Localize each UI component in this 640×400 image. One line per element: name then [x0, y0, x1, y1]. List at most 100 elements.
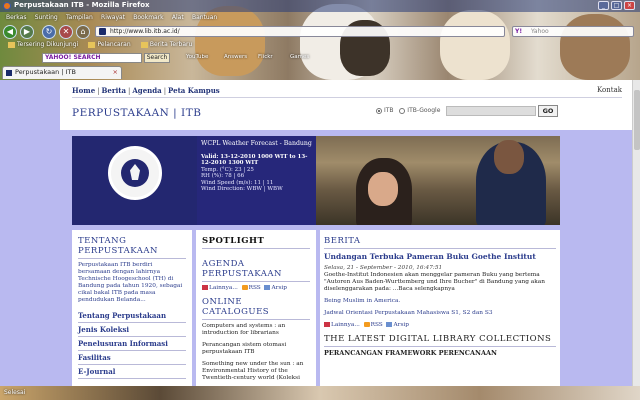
link-e-journal[interactable]: E-Journal — [78, 365, 186, 379]
agenda-rss-link[interactable]: RSS — [249, 285, 261, 291]
kontak-link[interactable]: Kontak — [597, 86, 622, 94]
news-date: Selasa, 21 - September - 2010, 16:47:51 — [324, 265, 443, 271]
navigation-bar: ◀ ▶ ↻ ✕ ⌂ http://www.lib.itb.ac.id/ Y! Y… — [0, 24, 640, 40]
toolbar-games[interactable]: Games — [290, 54, 309, 60]
news-lainnya-link[interactable]: Lainnya... — [331, 322, 360, 328]
radio-itb[interactable] — [376, 107, 382, 114]
stop-button[interactable]: ✕ — [59, 25, 73, 39]
nav-peta-kampus-link[interactable]: Peta Kampus — [168, 86, 220, 95]
site-search-input[interactable] — [446, 106, 536, 116]
weather-title: WCPL Weather Forecast - Bandung — [201, 140, 312, 147]
bookmark-icon — [8, 41, 15, 48]
photo-person — [494, 140, 524, 174]
menu-bar: Berkas Sunting Tampilan Riwayat Bookmark… — [0, 13, 640, 23]
toolbar-flickr[interactable]: Flickr — [258, 54, 273, 60]
news-column: BERITA Undangan Terbuka Pameran Buku Goe… — [320, 230, 560, 386]
toolbar-youtube[interactable]: YouTube — [186, 54, 208, 60]
collection-item-link[interactable]: PERANCANGAN FRAMEWORK PERENCANAAN — [324, 350, 556, 357]
news-title-link[interactable]: Undangan Terbuka Pameran Buku Goethe Ins… — [324, 252, 556, 261]
news-rss-link[interactable]: RSS — [371, 322, 383, 328]
agenda-arsip-link[interactable]: Arsip — [271, 285, 287, 291]
list-icon — [202, 285, 208, 290]
vertical-scrollbar[interactable] — [632, 80, 640, 386]
bookmark-item[interactable]: Berita Terbaru — [140, 41, 192, 48]
link-jenis-koleksi[interactable]: Jenis Koleksi — [78, 323, 186, 337]
catalogue-item[interactable]: Something new under the sun : an Environ… — [202, 361, 310, 382]
url-text: http://www.lib.itb.ac.id/ — [110, 28, 180, 35]
nav-berita-link[interactable]: Berita — [102, 86, 127, 95]
catalogues-heading: ONLINE CATALOGUES — [202, 297, 310, 320]
site-favicon — [6, 70, 12, 76]
bookmark-icon — [88, 41, 96, 48]
tab-strip: Perpustakaan | ITB × — [0, 65, 640, 79]
menu-item-bookmark[interactable]: Bookmark — [133, 14, 163, 21]
collections-heading: THE LATEST DIGITAL LIBRARY COLLECTIONS — [324, 334, 556, 347]
news-arsip-link[interactable]: Arsip — [393, 322, 409, 328]
agenda-lainnya-link[interactable]: Lainnya... — [209, 285, 238, 291]
home-button[interactable]: ⌂ — [76, 25, 90, 39]
forward-button[interactable]: ▶ — [20, 25, 34, 39]
close-tab-icon[interactable]: × — [113, 67, 118, 78]
close-button[interactable]: × — [624, 1, 635, 10]
menu-item-riwayat[interactable]: Riwayat — [101, 14, 125, 21]
go-button[interactable]: GO — [538, 105, 558, 117]
menu-item-alat[interactable]: Alat — [172, 14, 184, 21]
tab-perpustakaan[interactable]: Perpustakaan | ITB × — [2, 66, 122, 79]
bookmark-item[interactable]: Pelancaran — [88, 41, 131, 48]
minimize-button[interactable]: _ — [598, 1, 609, 10]
agenda-heading: AGENDA PERPUSTAKAAN — [202, 259, 310, 282]
nav-separator: | — [163, 87, 167, 95]
yahoo-icon: Y! — [515, 28, 523, 35]
menu-item-bantuan[interactable]: Bantuan — [192, 14, 217, 21]
weather-wind-direction: Wind Direction: WBW | WBW — [201, 186, 283, 192]
browser-chrome: Perpustakaan ITB - Mozilla Firefox _ □ ×… — [0, 0, 640, 80]
maximize-button[interactable]: □ — [611, 1, 622, 10]
list-icon — [324, 322, 330, 327]
catalogue-item[interactable]: Perancangan sistem otomasi perpustakaan … — [202, 342, 310, 356]
photo-person — [368, 172, 398, 206]
link-tentang-perpustakaan[interactable]: Tentang Perpustakaan — [78, 309, 186, 323]
status-text: Selesai — [4, 389, 26, 396]
students-photo — [316, 136, 560, 225]
news-item-link[interactable]: Being Muslim in America. — [324, 298, 556, 305]
archive-icon — [386, 322, 393, 327]
menu-item-sunting[interactable]: Sunting — [35, 14, 58, 21]
site-header: Home | Berita | Agenda | Peta Kampus Kontak PE… — [60, 80, 632, 130]
radio-itb-google[interactable] — [399, 107, 406, 114]
itb-seal-logo — [108, 146, 162, 200]
yahoo-toolbar: YAHOO! SEARCH Search YouTube Answers Fli… — [0, 52, 640, 64]
banner: WCPL Weather Forecast - Bandung Valid: 1… — [72, 136, 560, 225]
top-navigation: Home | Berita | Agenda | Peta Kampus — [72, 86, 220, 95]
news-item-link[interactable]: Jadwal Orientasi Perpustakaan Mahasiswa … — [324, 310, 556, 317]
page-viewport: Home | Berita | Agenda | Peta Kampus Kontak PE… — [0, 80, 632, 386]
toolbar-answers[interactable]: Answers — [224, 54, 247, 60]
site-favicon — [99, 28, 106, 35]
link-fasilitas[interactable]: Fasilitas — [78, 351, 186, 365]
weather-valid: Valid: 13-12-2010 1000 WIT to 13-12-2010… — [201, 153, 308, 167]
news-text: Goethe-Institut Indonesien akan menggela… — [324, 272, 545, 292]
scrollbar-thumb[interactable] — [634, 90, 640, 150]
spotlight-heading: SPOTLIGHT — [202, 236, 310, 249]
search-engine-box[interactable]: Y! Yahoo — [512, 26, 634, 37]
site-title: PERPUSTAKAAN | ITB — [72, 107, 202, 119]
url-bar[interactable]: http://www.lib.itb.ac.id/ — [95, 26, 505, 37]
reload-button[interactable]: ↻ — [42, 25, 56, 39]
back-button[interactable]: ◀ — [3, 25, 17, 39]
about-intro: Perpustakaan ITB berdiri bersamaan denga… — [78, 262, 183, 303]
news-body: Selasa, 21 - September - 2010, 16:47:51 G… — [324, 265, 556, 293]
bookmark-item[interactable]: Tersering Dikunjungi — [8, 41, 78, 48]
nav-separator: | — [128, 87, 131, 95]
about-heading: TENTANG PERPUSTAKAAN — [78, 236, 186, 259]
firefox-icon — [3, 2, 11, 10]
menu-item-tampilan[interactable]: Tampilan — [66, 14, 93, 21]
nav-home-link[interactable]: Home — [72, 86, 95, 95]
spotlight-column: SPOTLIGHT AGENDA PERPUSTAKAAN Lainnya...… — [196, 230, 316, 386]
yahoo-search-button[interactable]: Search — [144, 53, 170, 63]
search-scope: ITB ITB-Google — [376, 107, 440, 114]
yahoo-search-input[interactable]: YAHOO! SEARCH — [42, 53, 142, 63]
nav-agenda-link[interactable]: Agenda — [132, 86, 161, 95]
catalogue-item[interactable]: Computers and systems : an introduction … — [202, 323, 310, 337]
menu-item-berkas[interactable]: Berkas — [6, 14, 26, 21]
link-penelusuran-informasi[interactable]: Penelusuran Informasi — [78, 337, 186, 351]
rss-icon — [363, 322, 370, 327]
